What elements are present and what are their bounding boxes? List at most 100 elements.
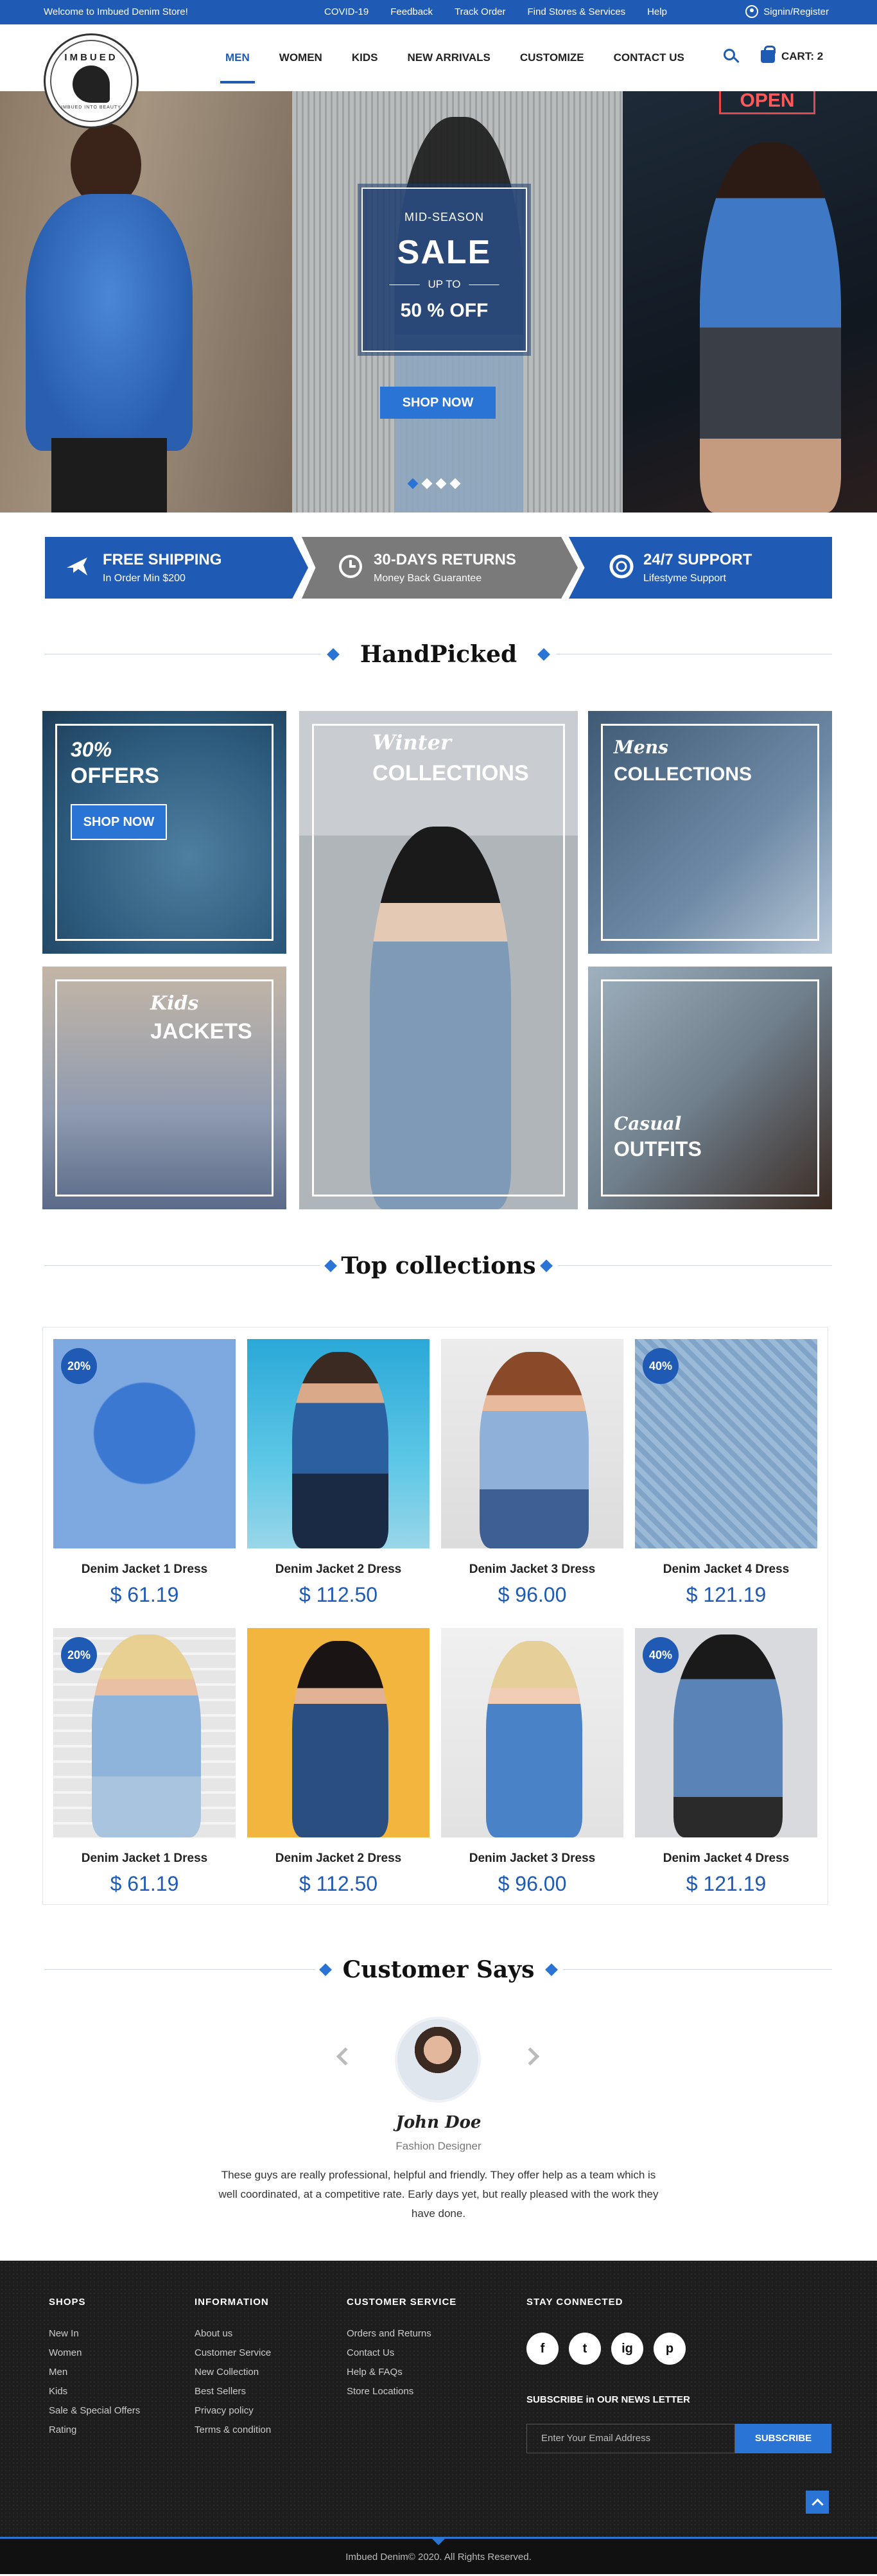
facebook-icon[interactable]: f [526, 2333, 559, 2365]
product-card[interactable]: 40% Denim Jacket 4 Dress $ 121.19 [635, 1628, 817, 1896]
top-link-track-order[interactable]: Track Order [455, 6, 505, 17]
hero-image-right: OPEN [623, 91, 877, 513]
product-name[interactable]: Denim Jacket 1 Dress [53, 1852, 236, 1866]
cart-button[interactable]: CART: 2 [761, 46, 824, 63]
neon-sign: OPEN [719, 91, 815, 114]
instagram-icon[interactable]: ig [611, 2333, 643, 2365]
nav-item-new-arrivals[interactable]: NEW ARRIVALS [407, 51, 490, 83]
slider-dot-4[interactable] [449, 478, 461, 489]
footer-link[interactable]: New Collection [195, 2363, 271, 2382]
nav-item-men[interactable]: MEN [220, 51, 255, 83]
nav-item-women[interactable]: WOMEN [279, 51, 322, 83]
hero-shop-now-button[interactable]: SHOP NOW [380, 387, 496, 419]
clock-icon [339, 555, 362, 578]
offers-shop-now-button[interactable]: SHOP NOW [71, 804, 167, 840]
product-name[interactable]: Denim Jacket 4 Dress [635, 1852, 817, 1866]
footer-link[interactable]: Rating [49, 2421, 140, 2440]
tile-offers[interactable]: 30% OFFERS SHOP NOW [42, 711, 286, 954]
top-link-help[interactable]: Help [647, 6, 667, 17]
product-card[interactable]: 20% Denim Jacket 1 Dress $ 61.19 [53, 1628, 236, 1896]
tile-winter-collections[interactable]: Winter COLLECTIONS [299, 711, 578, 1209]
winter-label: COLLECTIONS [372, 761, 529, 785]
product-card[interactable]: Denim Jacket 3 Dress $ 96.00 [441, 1339, 623, 1607]
product-card[interactable]: Denim Jacket 2 Dress $ 112.50 [247, 1339, 430, 1607]
tile-casual-outfits[interactable]: Casual OUTFITS [588, 967, 832, 1209]
footer-link[interactable]: Help & FAQs [347, 2363, 456, 2382]
feature-free-shipping: FREE SHIPPING In Order Min $200 [45, 537, 308, 599]
hero-banner: OPEN MID-SEASON SALE UP TO 50 % OFF SHOP… [0, 91, 877, 513]
feature-subtitle: Lifestyme Support [643, 573, 726, 584]
cart-label: CART: 2 [781, 50, 824, 62]
product-image[interactable]: 40% [635, 1628, 817, 1837]
footer-link[interactable]: Orders and Returns [347, 2324, 456, 2344]
product-image[interactable]: 20% [53, 1339, 236, 1548]
product-name[interactable]: Denim Jacket 1 Dress [53, 1563, 236, 1577]
footer-link[interactable]: Sale & Special Offers [49, 2401, 140, 2421]
discount-badge: 20% [61, 1348, 97, 1384]
nav-item-contact-us[interactable]: CONTACT US [614, 51, 684, 83]
lifebuoy-icon [609, 554, 634, 579]
product-image[interactable] [441, 1339, 623, 1548]
site-footer: SHOPS New In Women Men Kids Sale & Speci… [0, 2261, 877, 2574]
product-name[interactable]: Denim Jacket 3 Dress [441, 1563, 623, 1577]
footer-link[interactable]: Contact Us [347, 2344, 456, 2363]
footer-link[interactable]: Customer Service [195, 2344, 271, 2363]
newsletter-email-input[interactable]: Enter Your Email Address [526, 2424, 735, 2453]
product-card[interactable]: 20% Denim Jacket 1 Dress $ 61.19 [53, 1339, 236, 1607]
product-card[interactable]: Denim Jacket 2 Dress $ 112.50 [247, 1628, 430, 1896]
tile-kids-jackets[interactable]: Kids JACKETS [42, 967, 286, 1209]
slider-dot-2[interactable] [421, 478, 433, 489]
product-image[interactable] [441, 1628, 623, 1837]
twitter-icon[interactable]: t [569, 2333, 601, 2365]
feature-title: FREE SHIPPING [103, 551, 222, 568]
sale-box: MID-SEASON SALE UP TO 50 % OFF [358, 184, 531, 356]
sale-title: SALE [397, 234, 492, 271]
footer-col-shops: SHOPS New In Women Men Kids Sale & Speci… [49, 2297, 140, 2440]
brand-logo[interactable]: IMBUED IMBUED INTO BEAUTY [44, 33, 139, 128]
top-link-feedback[interactable]: Feedback [390, 6, 433, 17]
footer-link[interactable]: About us [195, 2324, 271, 2344]
slider-dot-1[interactable] [407, 478, 419, 489]
top-link-covid[interactable]: COVID-19 [324, 6, 369, 17]
product-card[interactable]: Denim Jacket 3 Dress $ 96.00 [441, 1628, 623, 1896]
top-bar: Welcome to Imbued Denim Store! COVID-19 … [0, 0, 877, 24]
testimonial-next-arrow-icon[interactable] [521, 2047, 540, 2066]
top-links: COVID-19 Feedback Track Order Find Store… [324, 6, 667, 17]
product-grid: 20% Denim Jacket 1 Dress $ 61.19 Denim J… [42, 1327, 828, 1905]
signin-register-link[interactable]: Signin/Register [745, 5, 829, 18]
footer-link[interactable]: Men [49, 2363, 140, 2382]
footer-heading: STAY CONNECTED [526, 2297, 623, 2308]
product-name[interactable]: Denim Jacket 2 Dress [247, 1852, 430, 1866]
search-icon[interactable] [724, 49, 740, 66]
product-image[interactable]: 40% [635, 1339, 817, 1548]
footer-link[interactable]: Terms & condition [195, 2421, 271, 2440]
scroll-to-top-icon[interactable] [806, 2491, 829, 2514]
sale-kicker: MID-SEASON [404, 211, 484, 223]
customer-avatar [395, 2017, 481, 2103]
product-card[interactable]: 40% Denim Jacket 4 Dress $ 121.19 [635, 1339, 817, 1607]
product-image[interactable] [247, 1339, 430, 1548]
footer-link[interactable]: Best Sellers [195, 2382, 271, 2401]
nav-item-customize[interactable]: CUSTOMIZE [520, 51, 584, 83]
product-name[interactable]: Denim Jacket 3 Dress [441, 1852, 623, 1866]
tile-mens-collections[interactable]: Mens COLLECTIONS [588, 711, 832, 954]
footer-link[interactable]: Privacy policy [195, 2401, 271, 2421]
footer-link[interactable]: Women [49, 2344, 140, 2363]
product-price: $ 121.19 [686, 1872, 767, 1895]
features-strip: FREE SHIPPING In Order Min $200 30-DAYS … [45, 537, 832, 599]
footer-link[interactable]: New In [49, 2324, 140, 2344]
mens-italic: Mens [614, 737, 668, 758]
testimonial-prev-arrow-icon[interactable] [336, 2047, 355, 2066]
footer-link[interactable]: Kids [49, 2382, 140, 2401]
pinterest-icon[interactable]: p [654, 2333, 686, 2365]
product-image[interactable] [247, 1628, 430, 1837]
top-link-find-stores[interactable]: Find Stores & Services [528, 6, 626, 17]
slider-dot-3[interactable] [435, 478, 447, 489]
product-name[interactable]: Denim Jacket 2 Dress [247, 1563, 430, 1577]
footer-link[interactable]: Store Locations [347, 2382, 456, 2401]
subscribe-button[interactable]: SUBSCRIBE [735, 2424, 831, 2453]
winter-italic: Winter [372, 730, 451, 755]
nav-item-kids[interactable]: KIDS [352, 51, 378, 83]
product-name[interactable]: Denim Jacket 4 Dress [635, 1563, 817, 1577]
product-image[interactable]: 20% [53, 1628, 236, 1837]
